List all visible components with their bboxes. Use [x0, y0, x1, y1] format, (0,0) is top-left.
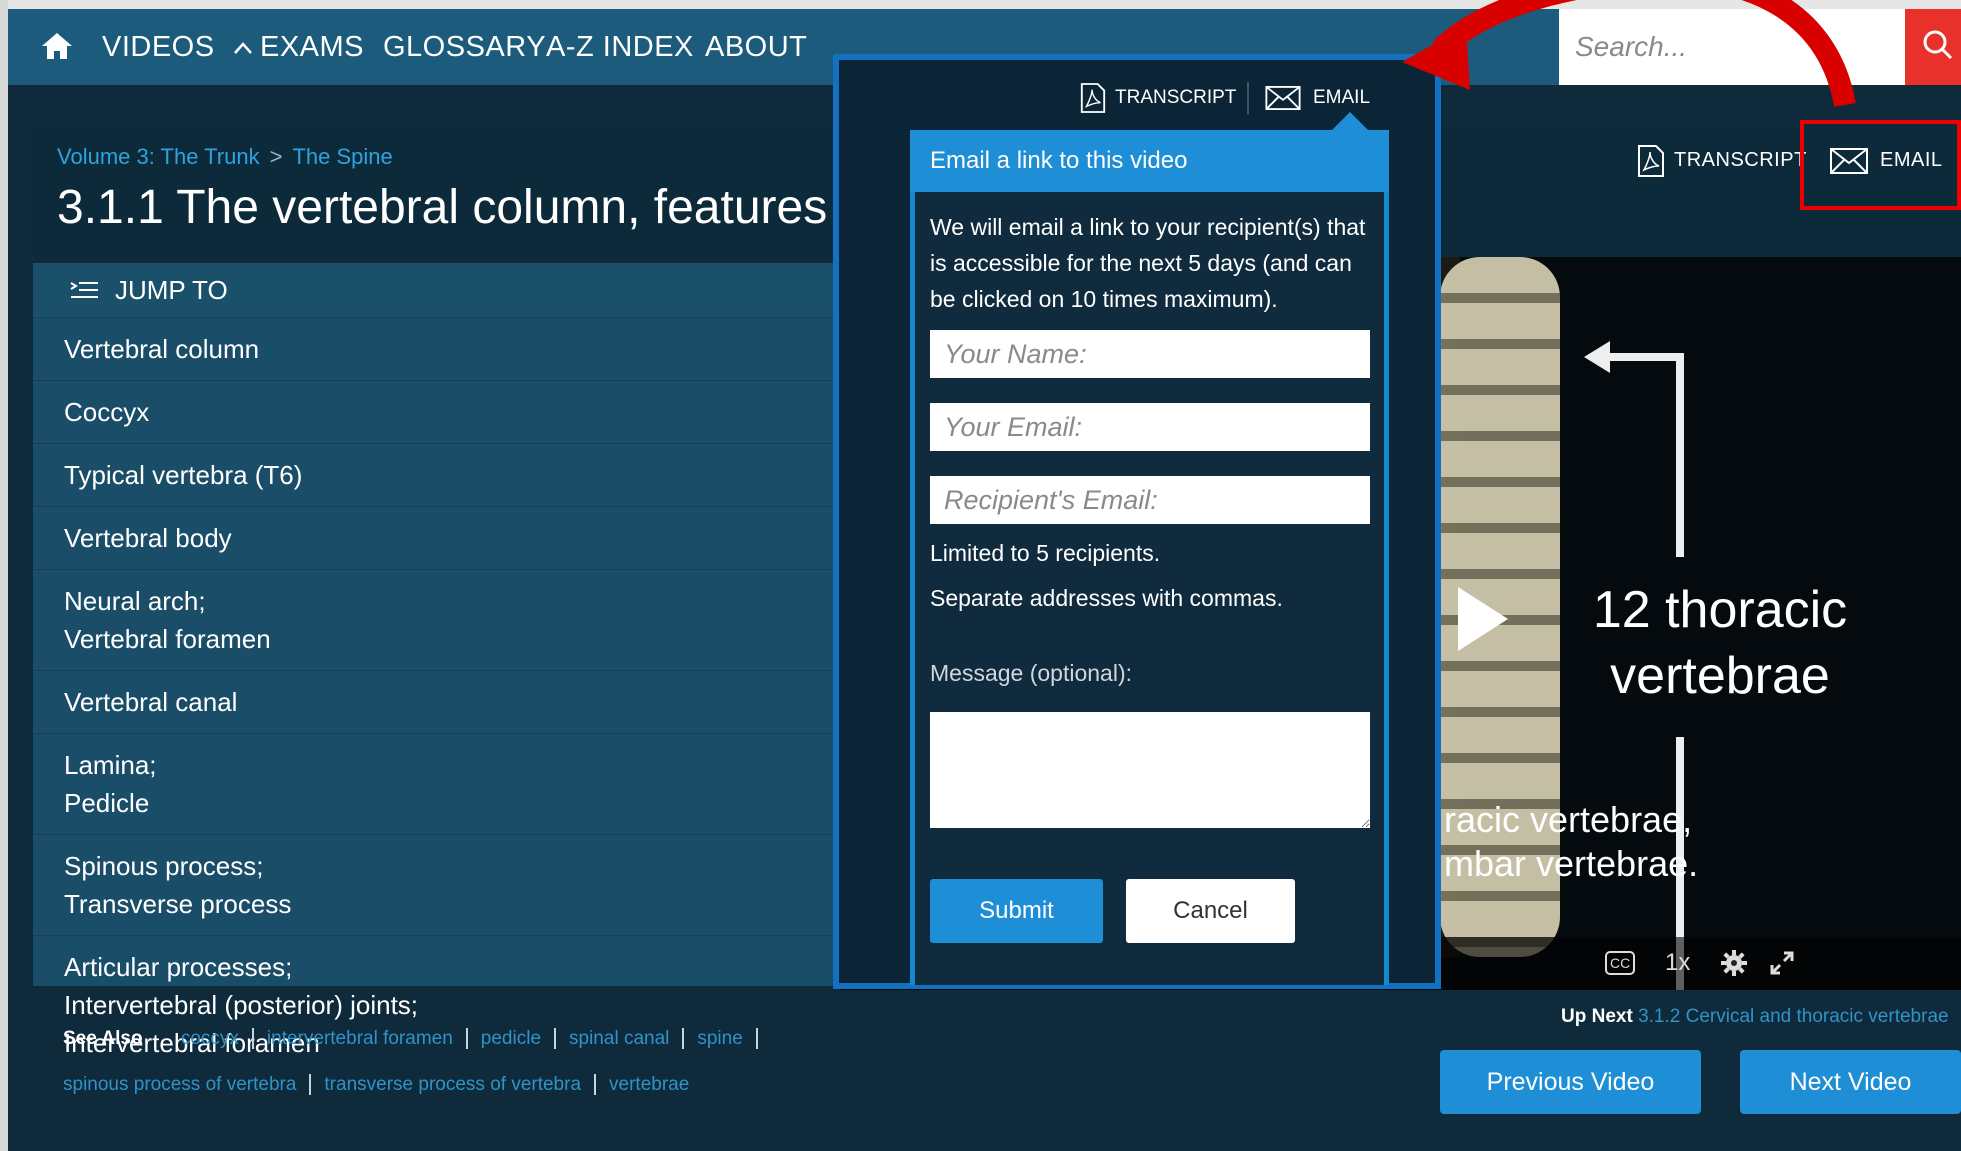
envelope-icon: [1265, 85, 1301, 110]
breadcrumb-spine[interactable]: The Spine: [292, 144, 392, 169]
nav-exams[interactable]: EXAMS: [260, 9, 364, 85]
list-indent-icon: [70, 282, 98, 298]
page-title: 3.1.1 The vertebral column, features o: [57, 181, 868, 234]
nav-videos-label: VIDEOS: [102, 31, 215, 63]
jump-item-line: Vertebral canal: [64, 687, 238, 717]
jump-item-vertebral-column[interactable]: Vertebral column: [33, 318, 833, 381]
chevron-up-icon: [234, 42, 253, 55]
nav-about[interactable]: ABOUT: [705, 9, 807, 85]
email-form-description: We will email a link to your recipient(s…: [930, 214, 1366, 312]
jump-item-line: Pedicle: [64, 788, 150, 818]
divider: [1247, 82, 1249, 114]
jump-item-coccyx[interactable]: Coccyx: [33, 381, 833, 444]
video-caption-line-2: vertebrae: [1610, 647, 1830, 705]
email-highlight-box: [1800, 120, 1961, 210]
fullscreen-icon[interactable]: [1770, 951, 1794, 975]
subtitle-line-1: racic vertebrae,: [1444, 799, 1693, 840]
tag-link[interactable]: spine: [684, 1028, 758, 1049]
submit-button[interactable]: Submit: [930, 879, 1103, 943]
jump-item-line: Transverse process: [64, 889, 292, 919]
popup-transcript-label: TRANSCRIPT: [1115, 87, 1237, 108]
jump-item-line: Coccyx: [64, 397, 150, 427]
message-textarea[interactable]: [930, 712, 1370, 828]
video-caption: 12 thoracic vertebrae: [1540, 577, 1900, 709]
playback-speed-button[interactable]: 1x: [1665, 949, 1690, 977]
tag-link[interactable]: spinous process of vertebra: [50, 1074, 312, 1095]
popup-email-label: EMAIL: [1313, 87, 1371, 108]
search-button[interactable]: [1905, 9, 1961, 85]
window-top-border: [0, 0, 1961, 9]
message-label: Message (optional):: [930, 660, 1132, 686]
jump-item-line: Lamina;: [64, 750, 157, 780]
popup-transcript-button[interactable]: TRANSCRIPT: [1079, 78, 1236, 118]
jump-item-articular-processes[interactable]: Articular processes; Intervertebral (pos…: [33, 936, 833, 1074]
up-next: Up Next 3.1.2 Cervical and thoracic vert…: [1561, 1006, 1949, 1028]
jump-item-line: Neural arch;: [64, 586, 206, 616]
nav-glossary[interactable]: GLOSSARY: [383, 9, 546, 85]
jump-item-neural-arch[interactable]: Neural arch; Vertebral foramen: [33, 570, 833, 671]
see-also-label: See Also: [63, 1028, 143, 1049]
breadcrumb-volume[interactable]: Volume 3: The Trunk: [57, 144, 260, 169]
search-box: [1559, 9, 1921, 85]
jump-item-line: Spinous process;: [64, 851, 264, 881]
video-controls: CC 1x: [1440, 937, 1961, 990]
recipient-limit-note: Limited to 5 recipients.: [930, 540, 1161, 566]
cancel-button[interactable]: Cancel: [1126, 879, 1295, 943]
see-also-row-1: See Also coccyx intervertebral foramen ped…: [63, 1028, 758, 1050]
breadcrumb: Volume 3: The Trunk > The Spine: [57, 144, 393, 170]
jump-item-typical-vertebra[interactable]: Typical vertebra (T6): [33, 444, 833, 507]
breadcrumb-separator: >: [269, 144, 283, 169]
home-icon[interactable]: [40, 31, 74, 61]
email-form-heading: Email a link to this video: [910, 130, 1389, 192]
separate-addresses-note: Separate addresses with commas.: [930, 585, 1283, 611]
video-caption-line-1: 12 thoracic: [1592, 581, 1848, 639]
subtitle-line-2: mbar vertebrae.: [1444, 843, 1699, 884]
tag-link[interactable]: pedicle: [467, 1028, 557, 1049]
transcript-button[interactable]: TRANSCRIPT: [1636, 140, 1807, 180]
search-icon: [1923, 30, 1953, 60]
jump-item-line: Typical vertebra (T6): [64, 460, 303, 490]
gear-icon[interactable]: [1720, 949, 1748, 977]
popup-caret: [1332, 112, 1368, 130]
your-name-field[interactable]: [930, 330, 1370, 378]
previous-video-button[interactable]: Previous Video: [1440, 1050, 1701, 1114]
jump-item-lamina[interactable]: Lamina; Pedicle: [33, 734, 833, 835]
jump-item-line: Vertebral foramen: [64, 624, 271, 654]
jump-to-label: JUMP TO: [115, 275, 228, 305]
play-icon[interactable]: [1458, 587, 1508, 651]
up-next-link[interactable]: 3.1.2 Cervical and thoracic vertebrae: [1638, 1006, 1949, 1027]
nav-az-index[interactable]: A-Z INDEX: [546, 9, 694, 85]
recipient-email-field[interactable]: [930, 476, 1370, 524]
pdf-icon: [1080, 83, 1106, 113]
jump-to-header[interactable]: JUMP TO: [33, 263, 833, 318]
nav-videos[interactable]: VIDEOS: [102, 9, 253, 85]
tag-link[interactable]: intervertebral foramen: [253, 1028, 468, 1049]
tag-link[interactable]: vertebrae: [596, 1074, 702, 1095]
tag-link[interactable]: coccyx: [167, 1028, 254, 1049]
jump-to-list: JUMP TO Vertebral column Coccyx Typical …: [33, 263, 833, 1058]
jump-item-spinous-process[interactable]: Spinous process; Transverse process: [33, 835, 833, 936]
transcript-label: TRANSCRIPT: [1674, 149, 1807, 171]
jump-item-line: Articular processes;: [64, 952, 293, 982]
jump-item-line: Vertebral column: [64, 334, 260, 364]
jump-item-vertebral-body[interactable]: Vertebral body: [33, 507, 833, 570]
jump-item-line: Intervertebral (posterior) joints;: [64, 990, 419, 1020]
tag-link[interactable]: transverse process of vertebra: [311, 1074, 597, 1095]
search-input[interactable]: [1559, 9, 1921, 85]
pdf-icon: [1638, 144, 1664, 177]
your-email-field[interactable]: [930, 403, 1370, 451]
see-also-row-2: spinous process of vertebra transverse pr…: [50, 1074, 702, 1096]
jump-item-line: Vertebral body: [64, 523, 232, 553]
tag-link[interactable]: spinal canal: [556, 1028, 685, 1049]
window-left-border: [0, 0, 8, 1151]
up-next-label: Up Next: [1561, 1006, 1633, 1027]
next-video-button[interactable]: Next Video: [1740, 1050, 1961, 1114]
jump-item-vertebral-canal[interactable]: Vertebral canal: [33, 671, 833, 734]
closed-captions-button[interactable]: CC: [1605, 951, 1636, 975]
